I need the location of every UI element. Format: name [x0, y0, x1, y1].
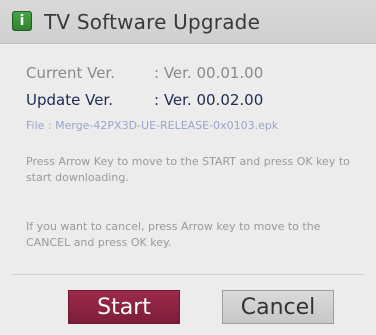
start-instructions: Press Arrow Key to move to the START and…	[26, 155, 350, 184]
current-version-label: Current Ver.	[26, 64, 115, 82]
update-version-label: Update Ver.	[26, 91, 113, 109]
dialog-content: Current Ver. : Ver. 00.01.00 Update Ver.…	[0, 44, 376, 274]
current-version-value: : Ver. 00.01.00	[154, 64, 264, 82]
update-version-value: : Ver. 00.02.00	[154, 91, 264, 109]
dialog-titlebar: i TV Software Upgrade	[0, 0, 376, 44]
info-icon: i	[12, 11, 32, 31]
file-name: File : Merge-42PX3D-UE-RELEASE-0x0103.ep…	[26, 119, 279, 132]
cancel-button[interactable]: Cancel	[222, 290, 334, 324]
dialog-title: TV Software Upgrade	[44, 10, 261, 34]
cancel-instructions: If you want to cancel, press Arrow key t…	[26, 220, 321, 249]
divider	[12, 274, 364, 275]
start-button[interactable]: Start	[68, 290, 180, 324]
software-upgrade-dialog: i TV Software Upgrade Current Ver. : Ver…	[0, 0, 376, 335]
